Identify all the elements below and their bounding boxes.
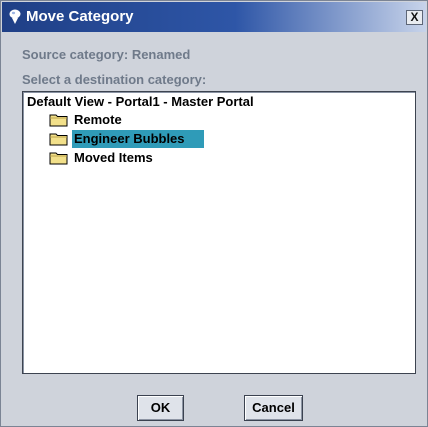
tree-item-label: Remote: [74, 112, 122, 127]
window-title: Move Category: [26, 8, 134, 25]
app-icon: [9, 9, 21, 24]
tree-item-moved-items[interactable]: Moved Items: [49, 149, 159, 167]
close-button[interactable]: X: [406, 10, 423, 25]
folder-icon: [49, 114, 68, 127]
tree-item-engineer-bubbles[interactable]: Engineer Bubbles: [49, 130, 204, 148]
source-category-label: Source category: Renamed: [22, 47, 191, 62]
category-tree[interactable]: Default View - Portal1 - Master Portal R…: [22, 91, 416, 374]
tree-item-label: Engineer Bubbles: [72, 130, 204, 148]
cancel-button[interactable]: Cancel: [244, 395, 303, 421]
tree-item-remote[interactable]: Remote: [49, 111, 128, 129]
ok-button[interactable]: OK: [137, 395, 184, 421]
tree-item-label: Moved Items: [74, 150, 153, 165]
tree-root-node[interactable]: Default View - Portal1 - Master Portal: [27, 93, 254, 111]
move-category-dialog: Move Category X Source category: Renamed…: [0, 0, 428, 427]
folder-icon: [49, 152, 68, 165]
folder-icon: [49, 133, 68, 146]
title-bar[interactable]: Move Category X: [2, 2, 426, 32]
destination-prompt-label: Select a destination category:: [22, 72, 207, 87]
